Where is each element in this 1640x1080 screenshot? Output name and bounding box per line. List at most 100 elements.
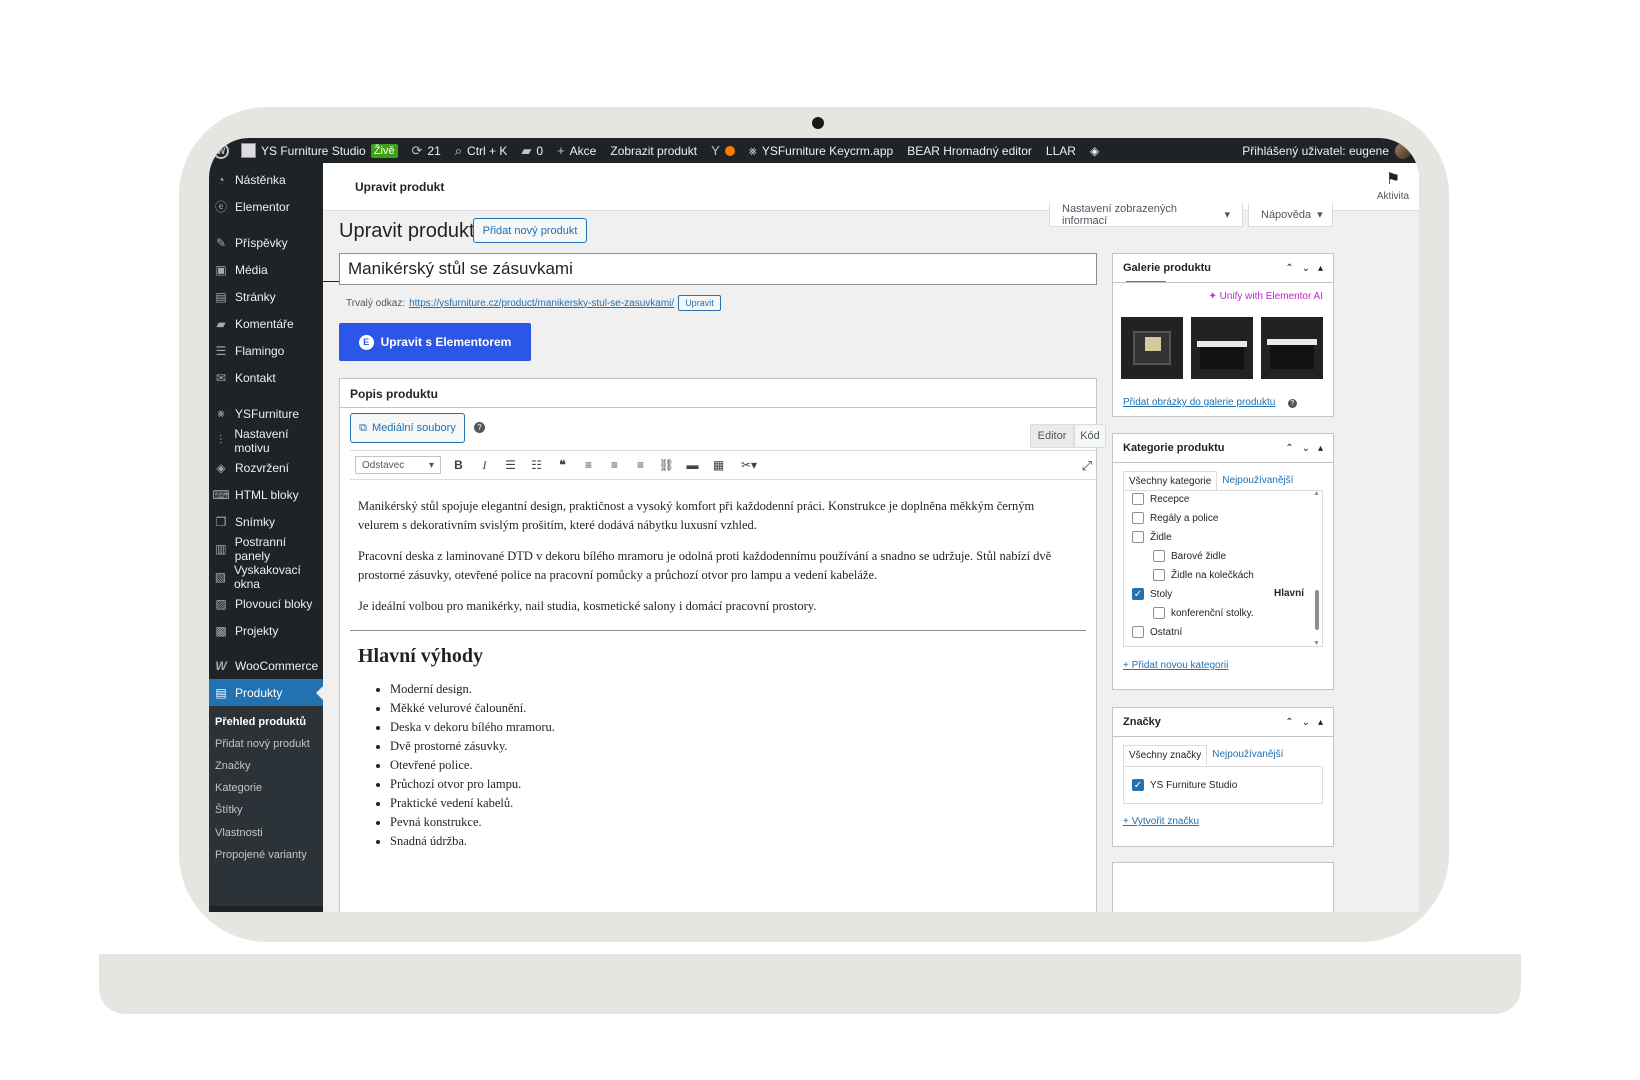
yoast-item[interactable]: Y bbox=[711, 143, 735, 158]
gallery-image[interactable] bbox=[1191, 317, 1253, 379]
add-media-button[interactable]: ⧉ Mediální soubory bbox=[350, 413, 465, 443]
unify-ai-link[interactable]: ✦ Unify with Elementor AI bbox=[1208, 291, 1323, 302]
editor-content[interactable]: Manikérský stůl spojuje elegantní design… bbox=[350, 497, 1086, 851]
diamond-icon[interactable]: ◈ bbox=[1090, 144, 1099, 158]
italic-icon[interactable]: I bbox=[476, 458, 493, 473]
fullscreen-icon[interactable]: ⤢ bbox=[1082, 458, 1092, 474]
sidebar-item-ysfurniture[interactable]: ⨳ YSFurniture bbox=[209, 400, 323, 427]
read-more-icon[interactable]: ▬ bbox=[684, 458, 701, 472]
submenu-linked-variants[interactable]: Propojené varianty bbox=[215, 849, 307, 861]
category-item[interactable]: Regály a police bbox=[1132, 512, 1218, 524]
bullet-list-icon[interactable]: ☰ bbox=[502, 458, 519, 472]
category-item[interactable]: Ostatní bbox=[1132, 626, 1182, 638]
submenu-all-products[interactable]: Přehled produktů bbox=[215, 716, 306, 728]
submenu-categories[interactable]: Kategorie bbox=[215, 782, 262, 794]
bold-icon[interactable]: B bbox=[450, 458, 467, 472]
category-item[interactable]: konferenční stolky. bbox=[1153, 607, 1254, 619]
tab-all-brands[interactable]: Všechny značky bbox=[1123, 745, 1208, 765]
checkbox[interactable] bbox=[1132, 531, 1144, 543]
format-select[interactable]: Odstavec ▾ bbox=[355, 456, 441, 474]
checkbox-checked[interactable]: ✓ bbox=[1132, 588, 1144, 600]
sidebar-item-projects[interactable]: ▩ Projekty bbox=[209, 617, 323, 644]
checkbox[interactable] bbox=[1153, 550, 1165, 562]
category-item[interactable]: Recepce bbox=[1132, 493, 1189, 505]
tab-editor[interactable]: Editor bbox=[1030, 424, 1074, 448]
help-button[interactable]: Nápověda ▾ bbox=[1248, 203, 1333, 227]
new-content-item[interactable]: + Akce bbox=[557, 143, 596, 158]
submenu-tags[interactable]: Štítky bbox=[215, 804, 243, 816]
checkbox[interactable] bbox=[1132, 512, 1144, 524]
sidebar-item-contact[interactable]: ✉ Kontakt bbox=[209, 364, 323, 391]
sidebar-item-comments[interactable]: ▰ Komentáře bbox=[209, 310, 323, 337]
sidebar-item-pages[interactable]: ▤ Stránky bbox=[209, 283, 323, 310]
submenu-attributes[interactable]: Vlastnosti bbox=[215, 827, 263, 839]
permalink-url[interactable]: https://ysfurniture.cz/product/manikersk… bbox=[409, 298, 674, 309]
category-item[interactable]: Barové židle bbox=[1153, 550, 1226, 562]
add-new-product-button[interactable]: Přidat nový produkt bbox=[473, 218, 587, 243]
submenu-brands[interactable]: Značky bbox=[215, 760, 250, 772]
checkbox[interactable] bbox=[1132, 493, 1144, 505]
primary-category-label[interactable]: Hlavní bbox=[1274, 588, 1304, 599]
help-icon[interactable]: ? bbox=[474, 422, 485, 433]
view-product-link[interactable]: Zobrazit produkt bbox=[610, 144, 697, 158]
category-item[interactable]: Židle bbox=[1132, 531, 1172, 543]
sidebar-item-popups[interactable]: ▧ Vyskakovací okna bbox=[209, 563, 323, 591]
gallery-image[interactable] bbox=[1261, 317, 1323, 379]
collapse-icon[interactable]: ▴ bbox=[1318, 263, 1323, 274]
screen-options-button[interactable]: Nastavení zobrazených informací ▾ bbox=[1049, 203, 1243, 227]
llar-link[interactable]: LLAR bbox=[1046, 144, 1076, 158]
wordpress-logo-icon[interactable]: W bbox=[213, 142, 229, 159]
gallery-image[interactable] bbox=[1121, 317, 1183, 379]
sidebar-item-media[interactable]: ▣ Média bbox=[209, 256, 323, 283]
tab-all-categories[interactable]: Všechny kategorie bbox=[1123, 471, 1218, 491]
sidebar-item-floating[interactable]: ▨ Plovoucí bloky bbox=[209, 590, 323, 617]
user-account-item[interactable]: Přihlášený uživatel: eugene bbox=[1242, 138, 1411, 163]
scroll-thumb[interactable] bbox=[1315, 590, 1319, 630]
move-up-icon[interactable]: ⌃ bbox=[1285, 717, 1293, 728]
add-gallery-images-link[interactable]: Přidat obrázky do galerie produktu ? bbox=[1123, 392, 1297, 410]
sidebar-item-elementor[interactable]: ⓔ Elementor bbox=[209, 193, 323, 220]
comments-item[interactable]: ▰ 0 bbox=[521, 143, 543, 159]
scroll-down-icon[interactable]: ▼ bbox=[1313, 640, 1320, 647]
submenu-add-product[interactable]: Přidat nový produkt bbox=[215, 738, 310, 750]
link-icon[interactable]: ⛓ bbox=[658, 458, 675, 472]
brand-item[interactable]: ✓ YS Furniture Studio bbox=[1132, 779, 1237, 791]
move-down-icon[interactable]: ⌄ bbox=[1302, 443, 1310, 454]
checkbox[interactable] bbox=[1153, 607, 1165, 619]
align-left-icon[interactable]: ≡ bbox=[580, 458, 597, 472]
sidebar-item-slides[interactable]: ❐ Snímky bbox=[209, 508, 323, 535]
sidebar-item-html-blocks[interactable]: ⌨ HTML bloky bbox=[209, 481, 323, 508]
move-up-icon[interactable]: ⌃ bbox=[1285, 263, 1293, 274]
sidebar-item-sidebars[interactable]: ▥ Postranní panely bbox=[209, 535, 323, 563]
tab-popular-categories[interactable]: Nejpoužívanější bbox=[1217, 471, 1298, 491]
collapse-icon[interactable]: ▴ bbox=[1318, 717, 1323, 728]
shortcode-icon[interactable]: ✂▾ bbox=[736, 458, 762, 472]
permalink-edit-button[interactable]: Upravit bbox=[678, 295, 721, 311]
toolbar-toggle-icon[interactable]: ▦ bbox=[710, 458, 727, 472]
numbered-list-icon[interactable]: ☷ bbox=[528, 458, 545, 472]
bear-editor-link[interactable]: BEAR Hromadný editor bbox=[907, 144, 1032, 158]
move-down-icon[interactable]: ⌄ bbox=[1302, 717, 1310, 728]
activity-button[interactable]: ⚑ Aktivita bbox=[1373, 172, 1413, 203]
add-brand-link[interactable]: + Vytvořit značku bbox=[1123, 816, 1199, 827]
help-icon[interactable]: ? bbox=[1287, 399, 1297, 408]
category-item[interactable]: ✓ Stoly bbox=[1132, 588, 1172, 600]
scrollbar[interactable]: ▲ ▼ bbox=[1313, 490, 1320, 647]
checkbox[interactable] bbox=[1132, 626, 1144, 638]
sidebar-item-posts[interactable]: ✎ Příspěvky bbox=[209, 229, 323, 256]
sidebar-item-layouts[interactable]: ◈ Rozvržení bbox=[209, 454, 323, 481]
tab-code[interactable]: Kód bbox=[1074, 424, 1106, 448]
add-category-link[interactable]: + Přidat novou kategorii bbox=[1123, 660, 1228, 671]
move-up-icon[interactable]: ⌃ bbox=[1285, 443, 1293, 454]
site-name-item[interactable]: YS Furniture Studio Živě bbox=[241, 143, 398, 158]
edit-with-elementor-button[interactable]: E Upravit s Elementorem bbox=[339, 323, 531, 361]
sidebar-item-products[interactable]: ▤ Produkty bbox=[209, 679, 323, 706]
align-right-icon[interactable]: ≡ bbox=[632, 458, 649, 472]
command-search-item[interactable]: ⌕ Ctrl + K bbox=[455, 143, 508, 159]
category-item[interactable]: Židle na kolečkách bbox=[1153, 569, 1254, 581]
collapse-icon[interactable]: ▴ bbox=[1318, 443, 1323, 454]
updates-item[interactable]: ⟳ 21 bbox=[412, 143, 441, 159]
product-title-input[interactable]: Manikérský stůl se zásuvkami bbox=[339, 253, 1097, 285]
keycrm-item[interactable]: ⨳ YSFurniture Keycrm.app bbox=[749, 143, 893, 159]
checkbox[interactable] bbox=[1153, 569, 1165, 581]
